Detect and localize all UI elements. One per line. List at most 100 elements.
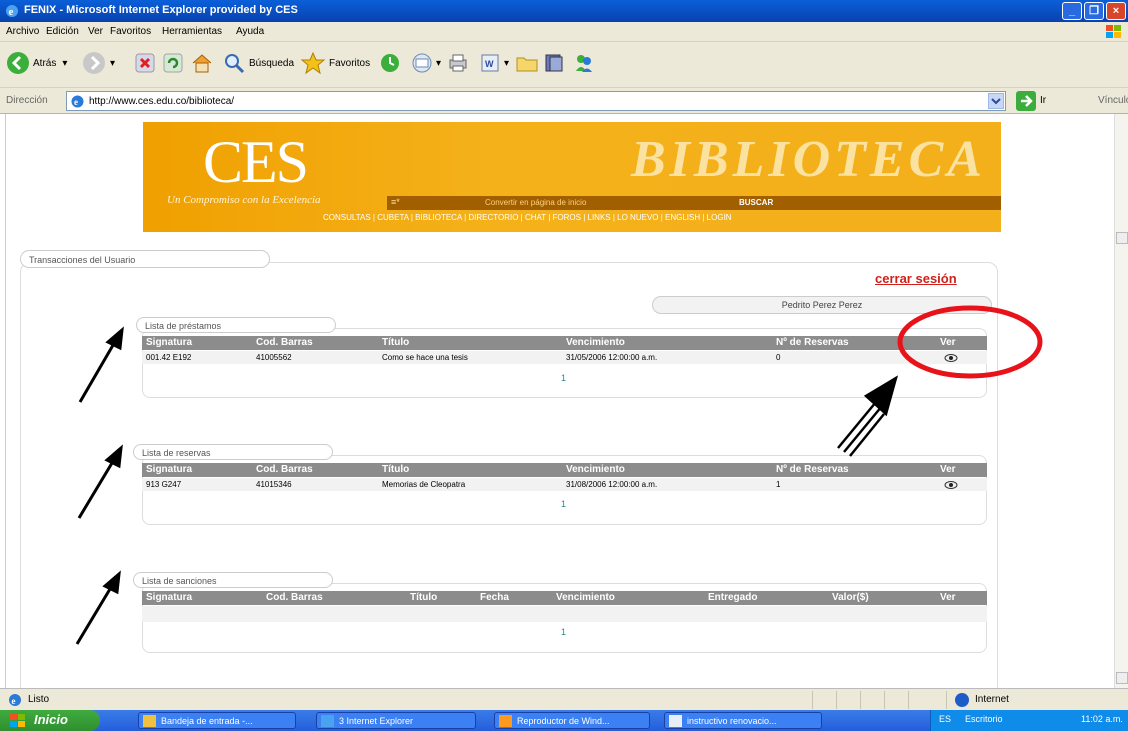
clock: 11:02 a.m. [1081, 714, 1123, 724]
print-button[interactable] [446, 48, 470, 78]
search-button[interactable]: Búsqueda [222, 48, 294, 78]
messenger-button[interactable] [572, 48, 596, 78]
task-media-player[interactable]: Reproductor de Wind... [494, 712, 650, 729]
word-document-icon [669, 715, 682, 727]
start-button[interactable]: Inicio [0, 710, 100, 731]
mail-button[interactable]: ▾ [410, 48, 441, 78]
status-bar: e Listo Internet [0, 688, 1128, 710]
homepage-link[interactable]: Convertir en página de inicio [485, 198, 586, 207]
stop-button[interactable] [134, 48, 156, 78]
col-signatura: Signatura [146, 592, 193, 603]
scroll-up-button[interactable] [1116, 232, 1128, 244]
col-cod-barras: Cod. Barras [266, 592, 323, 603]
windows-logo-icon [1106, 25, 1121, 38]
reservations-pager[interactable]: 1 [561, 499, 566, 509]
viewport-left-edge [0, 114, 6, 688]
word-document-icon: W [481, 54, 499, 72]
minimize-button[interactable]: _ [1062, 2, 1082, 20]
sanctions-pager[interactable]: 1 [561, 627, 566, 637]
go-button[interactable] [1016, 91, 1036, 111]
transactions-legend: Transacciones del Usuario [20, 250, 270, 268]
svg-text:e: e [12, 696, 16, 706]
col-vencimiento: Vencimiento [566, 464, 625, 475]
library-banner: CES Un Compromiso con la Excelencia BIBL… [143, 122, 1001, 232]
search-options-icon[interactable]: ≡* [391, 197, 400, 207]
cell-signatura: 001.42 E192 [146, 353, 192, 362]
favorites-button[interactable]: Favoritos [300, 48, 370, 78]
col-titulo: Título [382, 337, 410, 348]
windows-taskbar: Inicio Bandeja de entrada -... 3 Interne… [0, 710, 1128, 731]
loans-table-header: Signatura Cod. Barras Título Vencimiento… [142, 336, 987, 350]
menu-favoritos[interactable]: Favoritos [110, 26, 151, 37]
menu-ver[interactable]: Ver [88, 26, 103, 37]
table-row: 001.42 E192 41005562 Como se hace una te… [142, 351, 987, 364]
task-internet-explorer[interactable]: 3 Internet Explorer [316, 712, 476, 729]
forward-arrow-icon [83, 52, 105, 74]
col-cod-barras: Cod. Barras [256, 337, 313, 348]
stop-icon [135, 53, 155, 73]
cell-num-reservas: 1 [776, 480, 781, 489]
forward-button[interactable]: ▾ [82, 48, 115, 78]
history-button[interactable] [378, 48, 402, 78]
loans-pager[interactable]: 1 [561, 373, 566, 383]
go-arrow-icon [1021, 95, 1033, 107]
maximize-button[interactable]: ❐ [1084, 2, 1104, 20]
ces-logo[interactable]: CES [203, 128, 309, 197]
buscar-button[interactable]: BUSCAR [739, 198, 773, 207]
links-toolbar[interactable]: Vínculos [1098, 95, 1128, 106]
globe-icon [955, 693, 969, 707]
col-entregado: Entregado [708, 592, 758, 603]
loans-title: Lista de préstamos [145, 321, 222, 331]
research-book-icon [545, 54, 563, 72]
menu-bar: Archivo Edición Ver Favoritos Herramient… [0, 22, 1128, 42]
address-url: http://www.ces.edu.co/biblioteca/ [89, 96, 235, 107]
internet-explorer-icon: e [6, 5, 18, 18]
vertical-scrollbar[interactable] [1114, 114, 1128, 688]
logout-link[interactable]: cerrar sesión [875, 271, 957, 286]
toolbar: Atrás ▾ ▾ Búsqueda Favoritos ▾ W ▾ [0, 42, 1128, 88]
menu-herramientas[interactable]: Herramientas [162, 26, 222, 37]
back-button[interactable]: Atrás ▾ [6, 48, 67, 78]
col-valor: Valor($) [832, 592, 869, 603]
inbox-icon [143, 715, 156, 727]
menu-ayuda[interactable]: Ayuda [236, 26, 264, 37]
address-dropdown-button[interactable] [988, 93, 1004, 109]
scroll-down-button[interactable] [1116, 672, 1128, 684]
table-row [142, 606, 987, 622]
internet-explorer-icon [321, 715, 334, 727]
home-button[interactable] [190, 48, 214, 78]
back-arrow-icon [7, 52, 29, 74]
menu-archivo[interactable]: Archivo [6, 26, 39, 37]
col-fecha: Fecha [480, 592, 509, 603]
printer-icon [449, 54, 467, 72]
desktop-toolbar[interactable]: Escritorio [965, 714, 1003, 724]
view-eye-icon[interactable] [944, 481, 958, 489]
close-button[interactable]: × [1106, 2, 1126, 20]
address-input[interactable]: e http://www.ces.edu.co/biblioteca/ [66, 91, 1006, 111]
menu-edicion[interactable]: Edición [46, 26, 79, 37]
status-text: Listo [28, 694, 50, 705]
col-signatura: Signatura [146, 337, 193, 348]
refresh-button[interactable] [162, 48, 184, 78]
task-word-document[interactable]: instructivo renovacio... [664, 712, 822, 729]
sanctions-table-header: Signatura Cod. Barras Título Fecha Venci… [142, 591, 987, 605]
cell-titulo: Memorias de Cleopatra [382, 480, 466, 489]
sanctions-title: Lista de sanciones [142, 576, 217, 586]
home-icon [192, 54, 212, 73]
col-titulo: Título [410, 592, 438, 603]
language-indicator[interactable]: ES [939, 714, 951, 724]
folder-button[interactable] [514, 48, 540, 78]
go-label[interactable]: Ir [1040, 95, 1046, 106]
research-button[interactable] [542, 48, 566, 78]
reservations-legend: Lista de reservas [133, 444, 333, 460]
view-eye-icon[interactable] [944, 354, 958, 362]
window-title-bar: e FENIX - Microsoft Internet Explorer pr… [0, 0, 1128, 22]
banner-nav-links[interactable]: CONSULTAS | CUBETA | BIBLIOTECA | DIRECT… [323, 213, 1001, 227]
search-icon [225, 54, 245, 74]
cell-signatura: 913 G247 [146, 480, 182, 489]
svg-text:e: e [9, 6, 14, 18]
cell-vencimiento: 31/08/2006 12:00:00 a.m. [566, 480, 658, 489]
task-outlook[interactable]: Bandeja de entrada -... [138, 712, 296, 729]
favorites-star-icon [300, 51, 326, 75]
edit-button[interactable]: W ▾ [478, 48, 509, 78]
